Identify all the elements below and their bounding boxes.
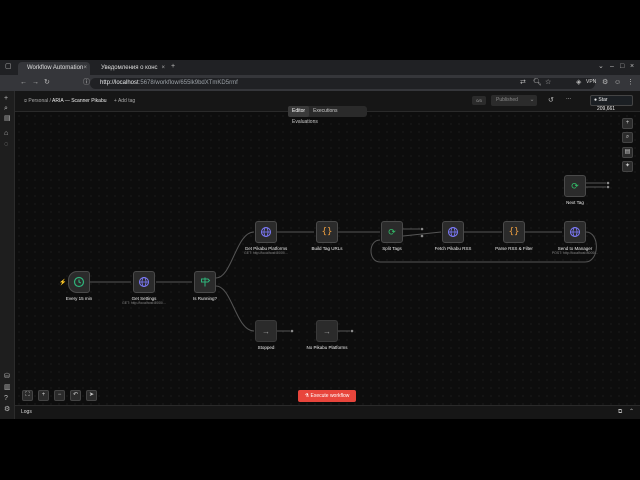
trigger-marker: ⚡ [59, 278, 66, 286]
node-label: Parse RSS & Filter [495, 246, 533, 251]
node-no-pikabu-platforms[interactable]: → [316, 320, 338, 342]
screen-border-bottom [0, 419, 640, 480]
globe-icon [139, 277, 149, 287]
node-label: No Pikabu Platforms [306, 345, 348, 350]
node-is-running[interactable] [194, 271, 216, 293]
node-subtitle: GET: http://localhost:8000/... [122, 301, 166, 305]
add-node-icon[interactable]: + [622, 118, 633, 129]
node-send-to-manager[interactable] [564, 221, 586, 243]
output-handle [420, 227, 424, 231]
node-subtitle: GET: http://localhost:8000/... [244, 251, 288, 255]
node-label: Split Tags [382, 246, 402, 251]
node-next-tag[interactable]: ⟳ [564, 175, 586, 197]
refresh-icon: ⟳ [571, 180, 579, 191]
node-label: Build Tag URLs [311, 246, 343, 251]
node-label: Is Running? [192, 296, 218, 301]
connection-line [215, 231, 255, 279]
signpost-icon [201, 277, 211, 287]
clock-icon [73, 276, 85, 288]
sticky-note-icon[interactable]: ▤ [622, 147, 633, 158]
node-get-settings[interactable] [133, 271, 155, 293]
pointer-icon[interactable]: ➤ [86, 390, 97, 401]
logs-label[interactable]: Logs [21, 409, 32, 415]
pop-out-icon[interactable]: ⧉ [618, 407, 622, 417]
globe-icon [448, 227, 458, 237]
zoom-out-icon[interactable]: − [54, 390, 65, 401]
node-fetch-pikabu-rss[interactable] [442, 221, 464, 243]
globe-icon [261, 227, 271, 237]
ai-assistant-icon[interactable]: ✦ [622, 161, 633, 172]
node-label: Fetch Pikabu RSS [434, 246, 472, 251]
node-stopped[interactable]: → [255, 320, 277, 342]
logs-panel-bar[interactable] [15, 405, 640, 420]
braces-icon: {} [321, 227, 333, 237]
braces-icon: {} [508, 227, 520, 237]
node-label: Stopped [257, 345, 275, 350]
arrow-right-icon: → [262, 326, 270, 336]
node-get-pikabu-platforms[interactable] [255, 221, 277, 243]
output-handle [606, 181, 610, 185]
node-label: Next Tag [566, 200, 584, 205]
node-build-tag-urls[interactable]: {} [316, 221, 338, 243]
node-split-tags[interactable]: ⟳ [381, 221, 403, 243]
node-parse-rss-filter[interactable]: {} [503, 221, 525, 243]
node-label: Every 15 min [65, 296, 93, 301]
output-handle [290, 329, 294, 333]
output-handle [606, 185, 610, 189]
zoom-in-icon[interactable]: + [38, 390, 49, 401]
output-handle [350, 329, 354, 333]
output-handle [420, 234, 424, 238]
undo-icon[interactable]: ↶ [70, 390, 81, 401]
arrow-right-icon: → [323, 326, 331, 336]
node-every-15-min[interactable] [68, 271, 90, 293]
globe-icon [570, 227, 580, 237]
connection-line [215, 285, 255, 332]
execute-workflow-button[interactable]: ⚗ Execute workflow [298, 390, 356, 402]
node-subtitle: POST: http://localhost:8000/... [551, 251, 599, 255]
fit-view-icon[interactable]: ⛶ [22, 390, 33, 401]
refresh-icon: ⟳ [388, 226, 396, 237]
chevron-up-icon[interactable]: ⌃ [629, 407, 634, 417]
search-nodes-icon[interactable]: ⌕ [622, 132, 633, 143]
execute-label: Execute workflow [310, 393, 350, 399]
